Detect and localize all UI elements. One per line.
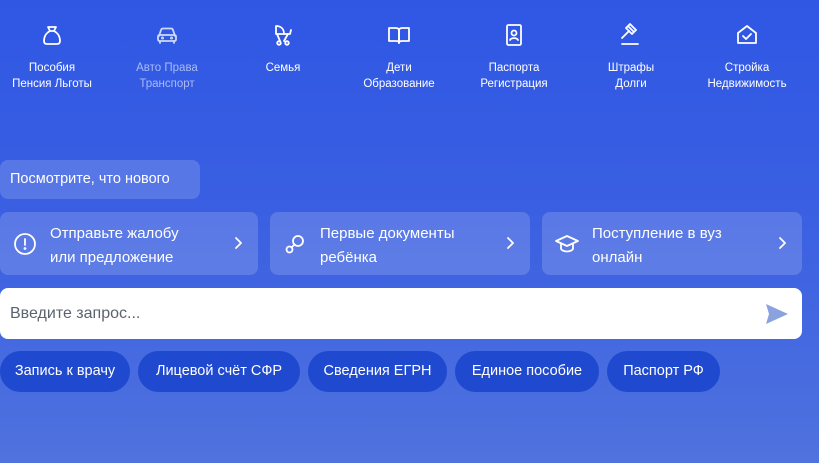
card-university-admission-line2: онлайн [592,249,643,266]
category-children-line2: Образование [363,78,435,90]
category-fines-line1: Штрафы [607,62,655,74]
card-child-documents-line1: Первые документы [320,225,455,242]
chip-sfr-account[interactable]: Лицевой счёт СФР [138,351,300,392]
card-university-admission-line1: Поступление в вуз [592,225,722,242]
chip-doctor-appointment[interactable]: Запись к врачу [0,351,130,392]
card-complaint-line1: Отправьте жалобу [50,225,179,242]
category-construction-line2: Недвижимость [707,78,787,90]
car-icon [154,22,180,48]
chevron-right-icon [507,237,514,249]
card-university-admission[interactable]: Поступление в вуз онлайн [542,212,802,275]
category-children[interactable]: Дети Образование [341,22,457,92]
category-auto-line1: Авто Права [136,62,198,74]
gavel-icon [618,22,644,48]
card-complaint-line2: или предложение [50,249,174,266]
card-child-documents[interactable]: Первые документы ребёнка [270,212,530,275]
search-input[interactable] [10,288,740,339]
send-icon[interactable] [764,302,790,326]
chevron-right-icon [779,237,786,249]
category-auto-line2: Транспорт [139,78,195,90]
category-auto[interactable]: Авто Права Транспорт [109,22,225,92]
book-icon [386,22,412,48]
house-check-icon [734,22,760,48]
chip-passport-rf[interactable]: Паспорт РФ [607,351,720,392]
category-fines[interactable]: Штрафы Долги [573,22,689,92]
stroller-icon [270,22,296,48]
exclamation-circle-icon [12,231,38,257]
category-passports-line2: Регистрация [480,78,548,90]
search-bar [0,288,802,339]
category-row: Пособия Пенсия Льготы Авто Права Транспо… [0,22,819,102]
category-passports[interactable]: Паспорта Регистрация [456,22,572,92]
whats-new-button[interactable]: Посмотрите, что нового [0,160,200,199]
category-fines-line2: Долги [615,78,647,90]
chevron-right-icon [235,237,242,249]
pacifier-icon [282,231,308,257]
passport-icon [501,22,527,48]
moneybag-icon [39,22,65,48]
category-construction[interactable]: Стройка Недвижимость [689,22,805,92]
category-benefits-line2: Пенсия Льготы [12,78,92,90]
chip-unified-allowance[interactable]: Единое пособие [455,351,599,392]
category-benefits[interactable]: Пособия Пенсия Льготы [0,22,110,92]
card-complaint[interactable]: Отправьте жалобу или предложение [0,212,258,275]
category-construction-line1: Стройка [724,62,770,74]
chip-egrn-info[interactable]: Сведения ЕГРН [308,351,447,392]
category-children-line1: Дети [386,62,412,74]
category-family[interactable]: Семья [225,22,341,76]
category-benefits-line1: Пособия [28,62,76,74]
category-passports-line1: Паспорта [488,62,540,74]
card-child-documents-line2: ребёнка [320,249,377,266]
graduation-cap-icon [554,231,580,257]
category-family-line1: Семья [265,62,301,74]
